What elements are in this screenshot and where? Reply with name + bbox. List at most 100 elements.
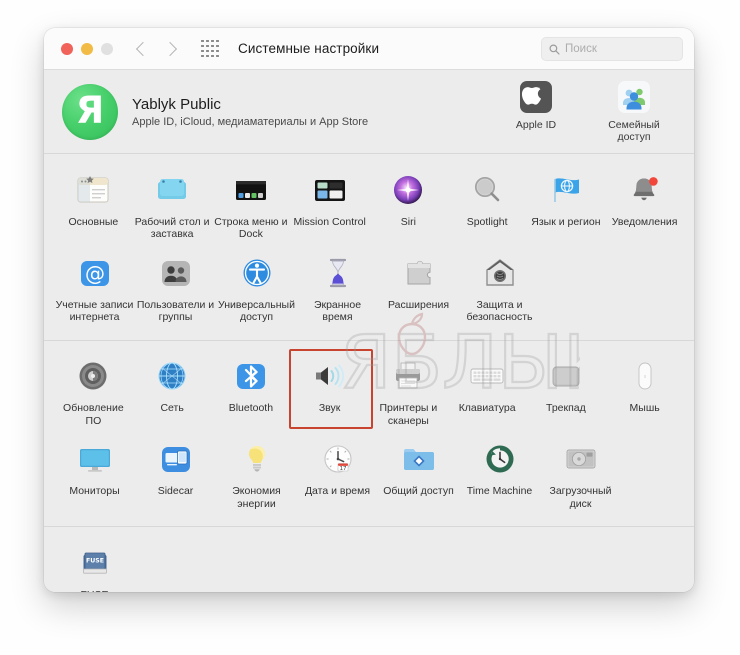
preferences-row: Мониторы Sidecar Экономия энергии 17 Дат… <box>44 435 694 518</box>
menubar-dock-icon <box>229 168 273 212</box>
traffic-lights <box>61 42 113 55</box>
family-sharing-icon <box>598 80 670 114</box>
pref-label: Строка меню и Dock <box>214 215 288 241</box>
search-field[interactable]: Поиск <box>541 37 683 61</box>
pref-item-notifications[interactable]: Уведомления <box>605 166 684 245</box>
desktop-screensaver-icon <box>150 168 194 212</box>
siri-icon <box>386 168 430 212</box>
pref-item-extensions[interactable]: Расширения <box>378 249 459 328</box>
pref-item-printers-scanners[interactable]: Принтеры и сканеры <box>369 352 448 431</box>
pref-item-desktop-screensaver[interactable]: Рабочий стол и заставка <box>133 166 212 245</box>
pref-item-keyboard[interactable]: Клавиатура <box>448 352 527 431</box>
pref-item-trackpad[interactable]: Трекпад <box>527 352 606 431</box>
pref-item-software-update[interactable]: Обновление ПО <box>54 352 133 431</box>
energy-saver-icon <box>235 437 279 481</box>
pref-item-sound[interactable]: Звук <box>289 349 373 431</box>
pref-label: Загрузочный диск <box>549 485 612 510</box>
pref-label: Расширения <box>387 298 450 311</box>
preferences-row: FUSE FUSE <box>44 539 694 593</box>
pref-item-startup-disk[interactable]: Загрузочный диск <box>540 435 621 514</box>
show-all-grid-icon[interactable] <box>201 39 219 58</box>
forward-chevron-icon[interactable] <box>162 41 178 56</box>
pref-item-mouse[interactable]: Мышь <box>605 352 684 431</box>
pref-label: Клавиатура <box>458 402 516 414</box>
pref-item-security-privacy[interactable]: Защита и безопасность <box>459 249 540 328</box>
date-badge: 17 <box>339 466 346 472</box>
pref-label: Пользователи и группы <box>136 298 215 324</box>
back-chevron-icon[interactable] <box>135 41 151 56</box>
bluetooth-icon <box>229 354 273 398</box>
pref-label: Мониторы <box>69 485 120 497</box>
pref-item-internet-accounts[interactable]: @ Учетные записи интернета <box>54 249 135 328</box>
pref-label: Рабочий стол и заставка <box>134 215 210 241</box>
pref-label: Spotlight <box>466 215 508 228</box>
internet-accounts-icon: @ <box>73 251 117 295</box>
family-sharing-button[interactable]: Семейный доступ <box>598 80 670 143</box>
preferences-section-hardware: Обновление ПО Сеть Bluetooth Звук Принте… <box>44 340 694 526</box>
pref-label: Язык и регион <box>531 215 601 228</box>
software-update-icon <box>71 354 115 398</box>
pref-label: Mission Control <box>293 215 366 228</box>
pref-label: Универсальный доступ <box>218 298 295 324</box>
startup-disk-icon <box>559 437 603 481</box>
mouse-icon <box>623 354 667 398</box>
search-placeholder: Поиск <box>565 43 597 55</box>
preferences-row: Основные Рабочий стол и заставка Строка … <box>44 166 694 249</box>
zoom-button[interactable] <box>101 42 113 55</box>
pref-item-spotlight[interactable]: Spotlight <box>448 166 527 245</box>
preferences-section-personal: Основные Рабочий стол и заставка Строка … <box>44 154 694 340</box>
general-prefs-icon <box>71 168 115 212</box>
account-name: Yablyk Public <box>132 95 221 113</box>
pref-item-general[interactable]: Основные <box>54 166 133 245</box>
pref-item-displays[interactable]: Мониторы <box>54 435 135 514</box>
close-button[interactable] <box>61 42 73 55</box>
pref-label: Учетные записи интернета <box>55 298 134 324</box>
keyboard-icon <box>465 354 509 398</box>
pref-label: FUSE <box>80 589 108 593</box>
preferences-row: Обновление ПО Сеть Bluetooth Звук Принте… <box>44 349 694 435</box>
pref-item-energy-saver[interactable]: Экономия энергии <box>216 435 297 514</box>
account-buttons: Apple ID Семейный доступ <box>500 80 670 143</box>
pref-item-users-groups[interactable]: Пользователи и группы <box>135 249 216 328</box>
pref-item-date-time[interactable]: 17 Дата и время <box>297 435 378 514</box>
window-title: Системные настройки <box>238 41 380 56</box>
pref-item-sharing[interactable]: Общий доступ <box>378 435 459 514</box>
notifications-icon <box>623 168 667 212</box>
preferences-row: @ Учетные записи интернета Пользователи … <box>44 249 694 332</box>
language-region-icon <box>544 168 588 212</box>
avatar-letter: Я <box>75 89 105 132</box>
pref-item-network[interactable]: Сеть <box>133 352 212 431</box>
system-preferences-window: Системные настройки Поиск Я Yablyk Publi… <box>44 28 694 592</box>
network-icon <box>150 354 194 398</box>
pref-item-sidecar[interactable]: Sidecar <box>135 435 216 514</box>
users-groups-icon <box>154 251 198 295</box>
screenshot-stage: Системные настройки Поиск Я Yablyk Publi… <box>0 0 740 655</box>
mission-control-icon <box>308 168 352 212</box>
pref-item-screen-time[interactable]: Экранное время <box>297 249 378 328</box>
svg-text:FUSE: FUSE <box>86 557 104 564</box>
search-icon <box>549 44 560 55</box>
spotlight-icon <box>465 168 509 212</box>
minimize-button[interactable] <box>81 42 93 55</box>
apple-id-account-row[interactable]: Я Yablyk Public Apple ID, iCloud, медиам… <box>44 70 694 153</box>
date-time-icon: 17 <box>316 437 360 481</box>
apple-logo-icon <box>500 80 572 114</box>
pref-item-time-machine[interactable]: Time Machine <box>459 435 540 514</box>
sidecar-icon <box>154 437 198 481</box>
avatar: Я <box>62 83 118 140</box>
pref-item-dock-menubar[interactable]: Строка меню и Dock <box>212 166 291 245</box>
pref-item-language-region[interactable]: Язык и регион <box>527 166 606 245</box>
displays-icon <box>73 437 117 481</box>
pref-label: Дата и время <box>304 485 371 497</box>
pref-item-accessibility[interactable]: Универсальный доступ <box>216 249 297 328</box>
pref-label: Уведомления <box>611 215 678 228</box>
pref-label: Общий доступ <box>383 485 454 497</box>
pref-item-mission-control[interactable]: Mission Control <box>290 166 369 245</box>
time-machine-icon <box>478 437 522 481</box>
pref-item-fuse[interactable]: FUSE FUSE <box>54 539 135 593</box>
apple-id-button[interactable]: Apple ID <box>500 80 572 143</box>
pref-item-bluetooth[interactable]: Bluetooth <box>212 352 291 431</box>
pref-label: Bluetooth <box>228 402 274 414</box>
sharing-icon <box>397 437 441 481</box>
pref-item-siri[interactable]: Siri <box>369 166 448 245</box>
